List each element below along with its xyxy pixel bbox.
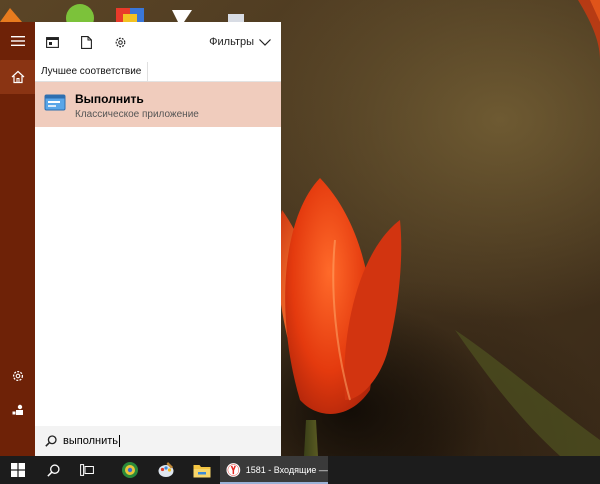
hamburger-menu-icon: [10, 36, 25, 46]
yandex-browser-icon: [226, 463, 241, 477]
documents-filter-button[interactable]: [69, 22, 103, 62]
apps-icon: [45, 36, 59, 48]
search-toolbar: Фильтры: [35, 22, 281, 62]
best-match-result[interactable]: Выполнить Классическое приложение: [35, 82, 281, 127]
apps-filter-button[interactable]: [35, 22, 69, 62]
browser-window-title: 1581 - Входящие —...: [245, 465, 328, 475]
system-app-icon: [122, 462, 138, 478]
file-explorer-icon: [193, 464, 211, 477]
desktop-icons-strip[interactable]: [0, 0, 280, 22]
best-match-heading: Лучшее соответствие: [35, 62, 149, 82]
hamburger-menu-button[interactable]: [0, 24, 35, 58]
taskbar-browser-window[interactable]: 1581 - Входящие —...: [220, 456, 328, 484]
task-view-icon: [80, 464, 94, 476]
search-input[interactable]: выполнить: [35, 426, 281, 456]
filters-dropdown[interactable]: Фильтры: [209, 22, 271, 62]
start-menu-rail: [0, 22, 35, 456]
taskbar: 1581 - Входящие —...: [0, 456, 600, 484]
filters-label: Фильтры: [209, 36, 254, 48]
text-caret: [119, 435, 120, 447]
settings-icon: [12, 370, 23, 382]
home-button[interactable]: [0, 60, 35, 94]
start-button[interactable]: [0, 456, 36, 484]
settings-icon: [115, 37, 125, 47]
taskbar-file-explorer[interactable]: [184, 456, 220, 484]
chevron-down-icon: [259, 38, 271, 46]
search-results-panel: Фильтры Лучшее соответствие Выполнить Кл…: [35, 22, 281, 456]
search-icon: [46, 463, 60, 477]
taskbar-app-system[interactable]: [112, 456, 148, 484]
result-title: Выполнить: [75, 92, 144, 106]
documents-icon: [80, 35, 92, 49]
search-query-text: выполнить: [63, 435, 118, 447]
taskbar-app-paint[interactable]: [148, 456, 184, 484]
task-view-button[interactable]: [70, 456, 104, 484]
result-subtitle: Классическое приложение: [75, 109, 199, 120]
taskbar-search-button[interactable]: [36, 456, 70, 484]
windows-start-icon: [11, 463, 25, 477]
feedback-icon: [12, 404, 23, 415]
settings-button[interactable]: [0, 359, 35, 393]
search-icon-container: [39, 426, 63, 456]
settings-filter-button[interactable]: [103, 22, 137, 62]
paint-app-icon: [158, 462, 174, 477]
search-icon: [45, 435, 57, 447]
run-dialog-icon: [44, 94, 66, 111]
feedback-button[interactable]: [0, 393, 35, 427]
home-icon: [11, 70, 24, 84]
